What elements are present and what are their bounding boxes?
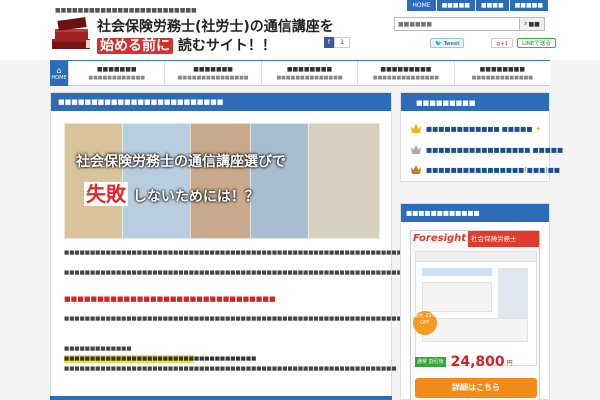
article-paragraph: ■■■■■■■■■■■■■■■■■■■■■■■■■■■■■■■■■■■■■■■■… (64, 366, 397, 372)
home-icon: ⌂ (56, 65, 62, 75)
nav-item-1[interactable]: ■■■■■■■ ■■■■■■■■■■■■ (68, 61, 164, 85)
sparkle-icon: ✦ (535, 124, 541, 133)
article-red-text: ■■■■■■■■■■■■■■■■■■■■■■■■■■■■■■■■ (64, 295, 276, 303)
hero-book (308, 123, 380, 239)
title-highlight: 始める前に (97, 38, 173, 54)
site-header: ■■■■■■■■■■■■■■■■■■■■■■■■■ 社会保険労務士(社労士)の通… (0, 0, 600, 60)
ranking-item-label: ■■■■■■■■■■■■ ■■■■■ (426, 124, 533, 133)
hero-book (250, 123, 310, 239)
nav-item-sub: ■■■■■■■■■■■■■■ (276, 74, 343, 81)
nav-item-4[interactable]: ■■■■■■■■■ ■■■■■■■■■■■■■■ (357, 61, 453, 85)
search-icon: ⌕ (524, 20, 528, 27)
article-highlight-link[interactable]: ■■■■■■■■■■■■■■■■■■■■■■■■■■■■■■■■■■■■■ (64, 355, 256, 363)
tweet-label: Tweet (443, 41, 460, 47)
site-title[interactable]: 社会保険労務士(社労士)の通信講座を (97, 16, 334, 36)
top-nav: HOME ■■■■■ ■■■■ ■■■■■ (406, 0, 548, 11)
topnav-item-2[interactable]: ■■■■■ (436, 0, 475, 11)
gold-crown-icon (411, 124, 421, 133)
twitter-icon: 🐦 (435, 41, 442, 47)
topnav-home[interactable]: HOME (407, 0, 436, 11)
ad-screenshot (415, 251, 537, 366)
share-buttons: 🐦 Tweet g+1 LINEで送る (430, 38, 556, 48)
ad-screenshot-block (422, 282, 492, 312)
ad-screenshot-block (422, 318, 528, 342)
tweet-button[interactable]: 🐦 Tweet (430, 38, 465, 48)
books-logo-icon[interactable] (50, 15, 92, 53)
ad-brand: Foresight (413, 233, 467, 244)
gplus-button[interactable]: g+1 (491, 38, 514, 48)
main-article: ■■■■■■■■■■■■■■■■■■■■■■■■■ 社会保険労務士の通信講座選び… (50, 92, 511, 400)
topnav-item-3[interactable]: ■■■■ (475, 0, 509, 11)
ranking-item-3[interactable]: ■■■■■■■■■■■■■■■■(■■■)■■ (411, 165, 560, 174)
ad-detail-button[interactable]: 詳細はこちら (415, 378, 537, 398)
bronze-crown-icon (411, 165, 421, 174)
next-section-header (50, 396, 392, 400)
search-button-label: ■■ (528, 20, 540, 28)
ad-screenshot-person (498, 268, 528, 318)
ad-price-unit: 円 (506, 359, 513, 367)
ad-heading: ■■■■■■■■■■■■ (401, 204, 549, 222)
article-label: ■■■■■■■■■■■■■ (64, 346, 132, 352)
article-paragraph: ■■■■■■■■■■■■■■■■■■■■■■■■■■■■■■■■■■■■■■■■… (64, 250, 439, 256)
facebook-count: 1 (334, 37, 350, 48)
main-nav: ⌂ HOME ■■■■■■■ ■■■■■■■■■■■■ ■■■■■■■ ■■■■… (50, 60, 550, 86)
ad-brand-sub: 社会保険労務士 (468, 231, 539, 247)
ad-banner[interactable]: Foresight 社会保険労務士 最大 23% OFF 通常 割引後 24,8… (410, 230, 540, 400)
facebook-icon: f (324, 37, 334, 48)
nav-item-sub: ■■■■■■■■■■■■■■■ (177, 74, 249, 81)
ranking-widget: ■■■■■■■■■ ■■■■■■■■■■■■ ■■■■■ ✦ ■■■■■■■■■… (400, 92, 563, 182)
nav-item-sub: ■■■■■■■■■■■■ (88, 74, 146, 81)
hero-rest: しないためには！？ (132, 189, 259, 205)
article-heading: ■■■■■■■■■■■■■■■■■■■■■■■■■ (51, 93, 391, 111)
nav-item-5[interactable]: ■■■■■■■■ ■■■■■■■■■■■■■ (453, 61, 550, 85)
nav-item-title: ■■■■■■■■ (479, 65, 525, 73)
nav-item-title: ■■■■■■■■ (286, 65, 333, 73)
nav-home-button[interactable]: ⌂ HOME (50, 61, 68, 86)
nav-item-title: ■■■■■■■■■ (380, 65, 432, 73)
ad-price-label: 通常 割引後 (415, 357, 446, 367)
nav-home-label: HOME (51, 74, 67, 81)
ranking-item-2[interactable]: ■■■■■■■■■■■■■■■■■ ■■■■■ (411, 145, 563, 154)
facebook-share-button[interactable]: f 1 (324, 37, 350, 48)
hero-headline: 社会保険労務士の通信講座選びで (76, 154, 286, 170)
title-rest: 読むサイト！！ (177, 38, 276, 54)
nav-item-title: ■■■■■■■ (193, 65, 233, 73)
search-form: ⌕ ■■ (394, 17, 545, 31)
ranking-item-label: ■■■■■■■■■■■■■■■■■ ■■■■■ (426, 145, 564, 154)
nav-item-sub: ■■■■■■■■■■■■■■ (372, 74, 439, 81)
nav-item-3[interactable]: ■■■■■■■■ ■■■■■■■■■■■■■■ (260, 61, 357, 85)
hero-image: 社会保険労務士の通信講座選びで 失敗 しないためには！？ (64, 123, 380, 239)
ad-price: 24,800 (450, 354, 505, 370)
site-title-line2[interactable]: 始める前に 読むサイト！！ (97, 35, 276, 55)
ad-screenshot-header (416, 252, 536, 262)
ad-brand-row: Foresight 社会保険労務士 (411, 231, 539, 247)
ad-price-row: 通常 割引後 24,800 円 (415, 351, 537, 373)
ranking-heading: ■■■■■■■■■ (401, 93, 549, 111)
hero-fail-word: 失敗 (84, 182, 128, 206)
ad-discount-badge: 最大 23% OFF (413, 311, 437, 335)
silver-crown-icon (411, 145, 421, 154)
ad-widget: ■■■■■■■■■■■■ Foresight 社会保険労務士 最大 23% OF… (400, 203, 550, 400)
search-button[interactable]: ⌕ ■■ (520, 17, 545, 31)
topnav-item-4[interactable]: ■■■■■ (509, 0, 548, 11)
article-paragraph: ■■■■■■■■■■■■■■■■■■■■■■■■■■■■■■■■■■■■■■■■… (64, 316, 511, 322)
nav-item-sub: ■■■■■■■■■■■■■ (471, 74, 534, 81)
ad-screenshot-bar (422, 268, 492, 276)
nav-item-2[interactable]: ■■■■■■■ ■■■■■■■■■■■■■■■ (164, 61, 260, 85)
line-share-button[interactable]: LINEで送る (517, 38, 556, 48)
hero-subheadline: 失敗 しないためには！？ (84, 178, 259, 207)
ranking-item-label: ■■■■■■■■■■■■■■■■(■■■)■■ (426, 165, 561, 174)
search-input[interactable] (394, 17, 520, 31)
nav-item-title: ■■■■■■■ (96, 65, 137, 73)
site-tagline: ■■■■■■■■■■■■■■■■■■■■■■■■■ (55, 7, 197, 14)
ranking-item-1[interactable]: ■■■■■■■■■■■■ ■■■■■ ✦ (411, 124, 541, 133)
article-paragraph: ■■■■■■■■■■■■■■■■■■■■■■■■■■■■■■■■■■■■■■■■… (64, 270, 444, 276)
